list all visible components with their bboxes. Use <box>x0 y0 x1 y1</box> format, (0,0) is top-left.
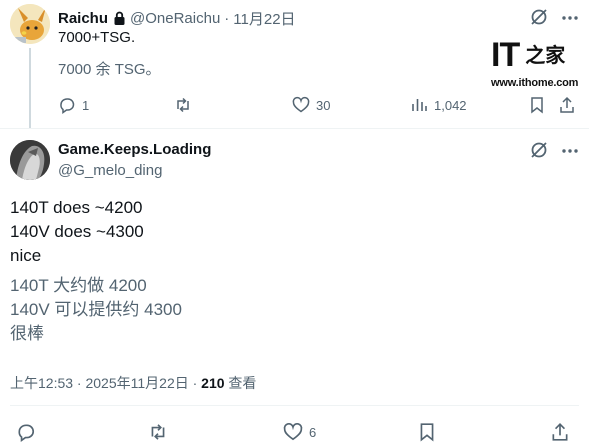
watermark-logo: IT 之家 www.ithome.com <box>491 38 583 90</box>
more-icon[interactable] <box>560 8 580 28</box>
reply-count: 1 <box>82 97 90 113</box>
watermark-mark: IT 之家 <box>491 38 565 72</box>
translation-line: 140T 大约做 4200 <box>10 276 147 295</box>
meta-divider <box>10 405 579 406</box>
tweet-divider <box>0 128 589 129</box>
display-name[interactable]: Raichu <box>58 10 108 27</box>
game-keeps-loading-avatar-image <box>10 140 50 180</box>
tweet-line: nice <box>10 246 42 265</box>
like-count: 6 <box>309 424 317 440</box>
raichu-avatar-image <box>10 4 50 44</box>
tweet-text: 140T does ~4200 140V does ~4300 nice <box>10 196 144 268</box>
reply-button[interactable] <box>16 422 36 442</box>
tweet-meta: 上午12:53 · 2025年11月22日 · 210 查看 <box>10 373 256 393</box>
tweet-actions: 6 <box>0 422 589 444</box>
bookmark-button[interactable] <box>417 422 437 442</box>
grok-icon[interactable] <box>529 7 549 27</box>
avatar[interactable] <box>10 4 50 44</box>
bookmark-icon <box>420 423 434 442</box>
grok-icon[interactable] <box>529 140 549 160</box>
share-icon <box>552 423 568 441</box>
retweet-icon <box>177 97 189 113</box>
watermark-url: www.ithome.com <box>491 77 579 89</box>
like-icon <box>283 423 303 441</box>
separator-dot: · <box>224 10 230 27</box>
translation-line: 140V 可以提供约 4300 <box>10 300 182 319</box>
view-count: 210 <box>201 375 225 391</box>
parent-tweet[interactable]: Raichu @OneRaichu · 11月22日 7000+TSG. 700… <box>0 0 589 128</box>
tweet-actions: 1 30 1,042 <box>58 96 580 118</box>
reply-icon <box>18 424 35 442</box>
retweet-button[interactable] <box>174 96 192 114</box>
bookmark-icon <box>531 97 543 114</box>
views-button[interactable]: 1,042 <box>410 96 467 114</box>
share-icon <box>560 96 574 113</box>
bookmark-button[interactable] <box>528 96 546 114</box>
like-icon <box>292 96 310 113</box>
tweet-text: 7000+TSG. <box>58 29 136 46</box>
share-button[interactable] <box>558 96 576 114</box>
retweet-icon <box>151 424 165 440</box>
reply-button[interactable]: 1 <box>58 96 89 114</box>
avatar[interactable] <box>10 140 50 180</box>
display-name[interactable]: Game.Keeps.Loading <box>58 141 211 158</box>
views-icon <box>412 99 427 111</box>
tweet-timestamp[interactable]: 上午12:53 · 2025年11月22日 · <box>10 375 201 391</box>
like-button[interactable]: 6 <box>283 422 316 442</box>
view-label: 查看 <box>224 375 257 391</box>
tweet-line: 140V does ~4300 <box>10 222 144 241</box>
retweet-button[interactable] <box>148 422 168 442</box>
thread-line <box>29 48 31 128</box>
tweet-line: 140T does ~4200 <box>10 198 143 217</box>
share-button[interactable] <box>550 422 570 442</box>
like-count: 30 <box>316 97 331 113</box>
more-icon[interactable] <box>560 141 580 161</box>
watermark-it: IT <box>491 36 520 74</box>
handle[interactable]: @G_melo_ding <box>58 162 162 179</box>
tweet-header: Raichu @OneRaichu · 11月22日 <box>58 8 296 29</box>
tweet-translation: 7000 余 TSG。 <box>58 61 161 78</box>
tweet-translation: 140T 大约做 4200 140V 可以提供约 4300 很棒 <box>10 274 182 346</box>
view-count: 1,042 <box>434 97 467 113</box>
tweet-date[interactable]: 11月22日 <box>233 8 295 29</box>
lock-icon <box>114 11 125 25</box>
translation-line: 很棒 <box>10 324 44 343</box>
watermark-cjk: 之家 <box>525 43 566 67</box>
handle[interactable]: @OneRaichu <box>130 10 220 27</box>
like-button[interactable]: 30 <box>292 96 330 114</box>
reply-icon <box>60 98 75 114</box>
